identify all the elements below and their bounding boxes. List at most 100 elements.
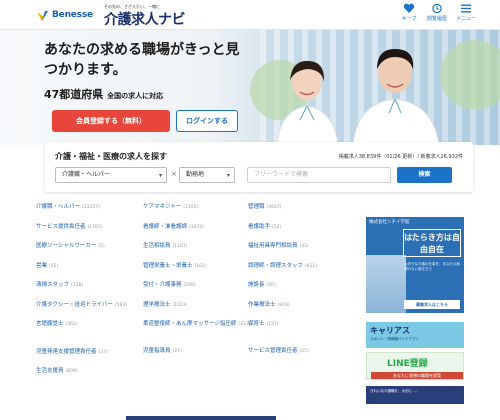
ad-banner-nichii[interactable]: 株式会社ニチイ学館 はたらき方は自由自在 大好きな介護の仕事を、あなたの無理のな… <box>366 217 464 313</box>
job-category-link[interactable]: 作業療法士 (829) <box>248 300 358 320</box>
free-word-input[interactable]: フリーワードで検索 <box>247 167 391 183</box>
job-category-name: 保育士 <box>248 321 265 327</box>
job-category-name: 生活相談員 <box>143 243 171 249</box>
job-category-name: 管理職 <box>248 204 265 210</box>
job-category-link[interactable]: 柔道整復師・あん摩マッサージ指圧師 (413) <box>143 319 253 346</box>
times-separator: × <box>171 170 177 178</box>
job-type-select-value: 介護職・ヘルパー <box>62 171 111 178</box>
job-category-count: (37) <box>98 349 108 355</box>
chevron-down-icon: ▾ <box>226 172 230 179</box>
search-heading: 介護・福祉・医療の求人を探す <box>55 152 167 161</box>
job-category-count: (43) <box>299 244 309 249</box>
job-category-name: 児童指導員 <box>143 348 171 354</box>
job-category-name: 受付・介護事務 <box>143 282 182 288</box>
job-category-link[interactable]: 介護職・ヘルパー (23357) <box>36 202 146 222</box>
job-category-count: (137) <box>266 322 279 327</box>
job-category-link[interactable]: 児童指導員 (27) <box>143 346 253 366</box>
hero-banner: あなたの求める職場がきっと見つかります。 47都道府県 全国の求人に対応 会員登… <box>0 30 500 145</box>
job-category-name: ケアマネジャー <box>143 204 182 210</box>
job-category-count: (55) <box>299 349 309 354</box>
hamburger-menu-icon <box>461 4 471 13</box>
ad-photo-image <box>366 255 406 313</box>
hero-subtitle-main: 47都道府県 <box>44 88 104 101</box>
job-category-link[interactable]: 保育士 (137) <box>248 319 358 346</box>
hero-nurse-man-image <box>352 49 440 145</box>
ad-copy-text: スポット・短時間バイトアプリ <box>370 337 419 341</box>
job-category-name: 医療ソーシャルワーカー <box>36 243 97 249</box>
job-category-link[interactable]: 看護助手 (52) <box>248 222 358 242</box>
search-button[interactable]: 検索 <box>397 167 452 183</box>
job-category-count: (3370) <box>189 224 204 230</box>
job-category-name: サービス提供責任者 <box>36 223 86 230</box>
job-category-name: 介護タクシー・送迎ドライバー <box>36 301 113 308</box>
job-category-count: (609) <box>65 368 78 374</box>
job-category-name: 営業 <box>36 262 48 269</box>
job-category-link[interactable]: サービス管理責任者 (55) <box>248 346 358 366</box>
job-category-count: (1765) <box>87 224 103 230</box>
ad-copy-text: きれいな介護職を、大切に…。 <box>370 389 419 393</box>
ad-banner-line[interactable]: LINE登録 あなたに理想の職場を提案 <box>366 352 464 380</box>
ad-banner-bottom[interactable]: きれいな介護職を、大切に…。 <box>366 386 464 404</box>
nav-keep-label: キープ <box>401 16 417 22</box>
job-category-link[interactable]: 営業 (52) <box>36 261 146 281</box>
job-category-count: (27) <box>172 349 182 354</box>
job-category-link[interactable]: 介護タクシー・送迎ドライバー (583) <box>36 300 146 320</box>
job-category-link[interactable]: 理学療法士 (1033) <box>143 300 253 320</box>
ad-banner-carias[interactable]: キャリアス スポット・短時間バイトアプリ <box>366 322 464 348</box>
job-category-count: (1033) <box>172 302 188 308</box>
job-category-count: (2102) <box>183 205 199 210</box>
job-category-link[interactable]: 言語聴覚士 (362) <box>36 319 146 339</box>
ad-headline: LINE登録 <box>387 359 428 369</box>
register-button[interactable]: 会員登録する（無料） <box>52 110 170 132</box>
job-category-count: (3667) <box>266 205 282 210</box>
job-category-link[interactable]: 清掃スタッフ (118) <box>36 280 146 300</box>
ad-headline: はたらき方は自由自在 <box>403 229 461 257</box>
job-category-name: サービス管理責任者 <box>248 348 298 354</box>
job-category-link[interactable]: 医療ソーシャルワーカー (5) <box>36 241 146 261</box>
brand-logo-text[interactable]: Benesse <box>52 10 93 20</box>
job-category-name: 管理栄養士・栄養士 <box>143 262 193 269</box>
job-category-link[interactable]: 生活相談員 (1187) <box>143 241 253 261</box>
job-category-link[interactable]: 調理師・調理スタッフ (811) <box>248 261 358 281</box>
job-category-link[interactable]: 生活支援員 (609) <box>36 366 146 386</box>
benesse-logo-icon <box>37 11 48 21</box>
job-type-select[interactable]: 介護職・ヘルパー ▾ <box>55 167 167 183</box>
job-category-link[interactable]: 管理栄養士・栄養士 (102) <box>143 261 253 281</box>
ad-cta-button[interactable]: 募集求人はこちら <box>404 300 460 309</box>
job-category-name: 介護職・ヘルパー <box>36 204 81 210</box>
job-category-count: (56) <box>266 283 276 288</box>
job-category-link[interactable]: サービス提供責任者 (1765) <box>36 222 146 242</box>
job-category-link[interactable]: 管理職 (3667) <box>248 202 358 222</box>
job-category-count: (52) <box>49 263 59 269</box>
job-category-count: (5) <box>98 244 105 249</box>
location-select-value: 勤務地 <box>186 171 205 178</box>
job-category-count: (829) <box>277 302 290 308</box>
job-category-link[interactable]: 福祉用具専門相談員 (43) <box>248 241 358 261</box>
nav-keep[interactable]: キープ <box>395 3 423 22</box>
job-category-name: 看護師・准看護師 <box>143 223 188 230</box>
job-category-name: 柔道整復師・あん摩マッサージ指圧師 <box>143 321 237 327</box>
job-column-3: 管理職 (3667) 看護助手 (52) 福祉用具専門相談員 (43) 調理師・調理ス… <box>248 202 358 366</box>
job-category-name: 児童発達支援管理責任者 <box>36 348 97 355</box>
nav-history[interactable]: 閲覧履歴 <box>423 3 451 22</box>
job-category-link[interactable]: 受付・介護事務 (206) <box>143 280 253 300</box>
ad-copy-text: 大好きな介護の仕事を、あなたの無理のない働き方で <box>404 262 460 271</box>
job-category-name: 理学療法士 <box>143 301 171 308</box>
job-category-count: (52) <box>272 224 282 230</box>
footer-banner-strip <box>126 416 276 420</box>
site-name[interactable]: 介護求人ナビ <box>104 9 186 29</box>
job-category-link[interactable]: 看護師・准看護師 (3370) <box>143 222 253 242</box>
location-select[interactable]: 勤務地 ▾ <box>179 167 235 183</box>
chevron-down-icon: ▾ <box>158 172 162 179</box>
job-category-count: (206) <box>183 283 196 288</box>
nav-menu-label: メニュー <box>455 16 476 22</box>
job-category-link[interactable]: 施設長 (56) <box>248 280 358 300</box>
job-category-count: (362) <box>65 322 78 327</box>
nav-menu[interactable]: メニュー <box>452 3 480 22</box>
job-category-link[interactable]: 児童発達支援管理責任者 (37) <box>36 339 146 366</box>
login-button[interactable]: ログインする <box>176 110 238 132</box>
hero-title: あなたの求める職場がきっと見つかります。 <box>44 42 240 78</box>
job-column-1: 介護職・ヘルパー (23357) サービス提供責任者 (1765) 医療ソーシャルワ… <box>36 202 146 385</box>
job-column-2: ケアマネジャー (2102) 看護師・准看護師 (3370) 生活相談員 (1187)… <box>143 202 253 366</box>
job-category-link[interactable]: ケアマネジャー (2102) <box>143 202 253 222</box>
